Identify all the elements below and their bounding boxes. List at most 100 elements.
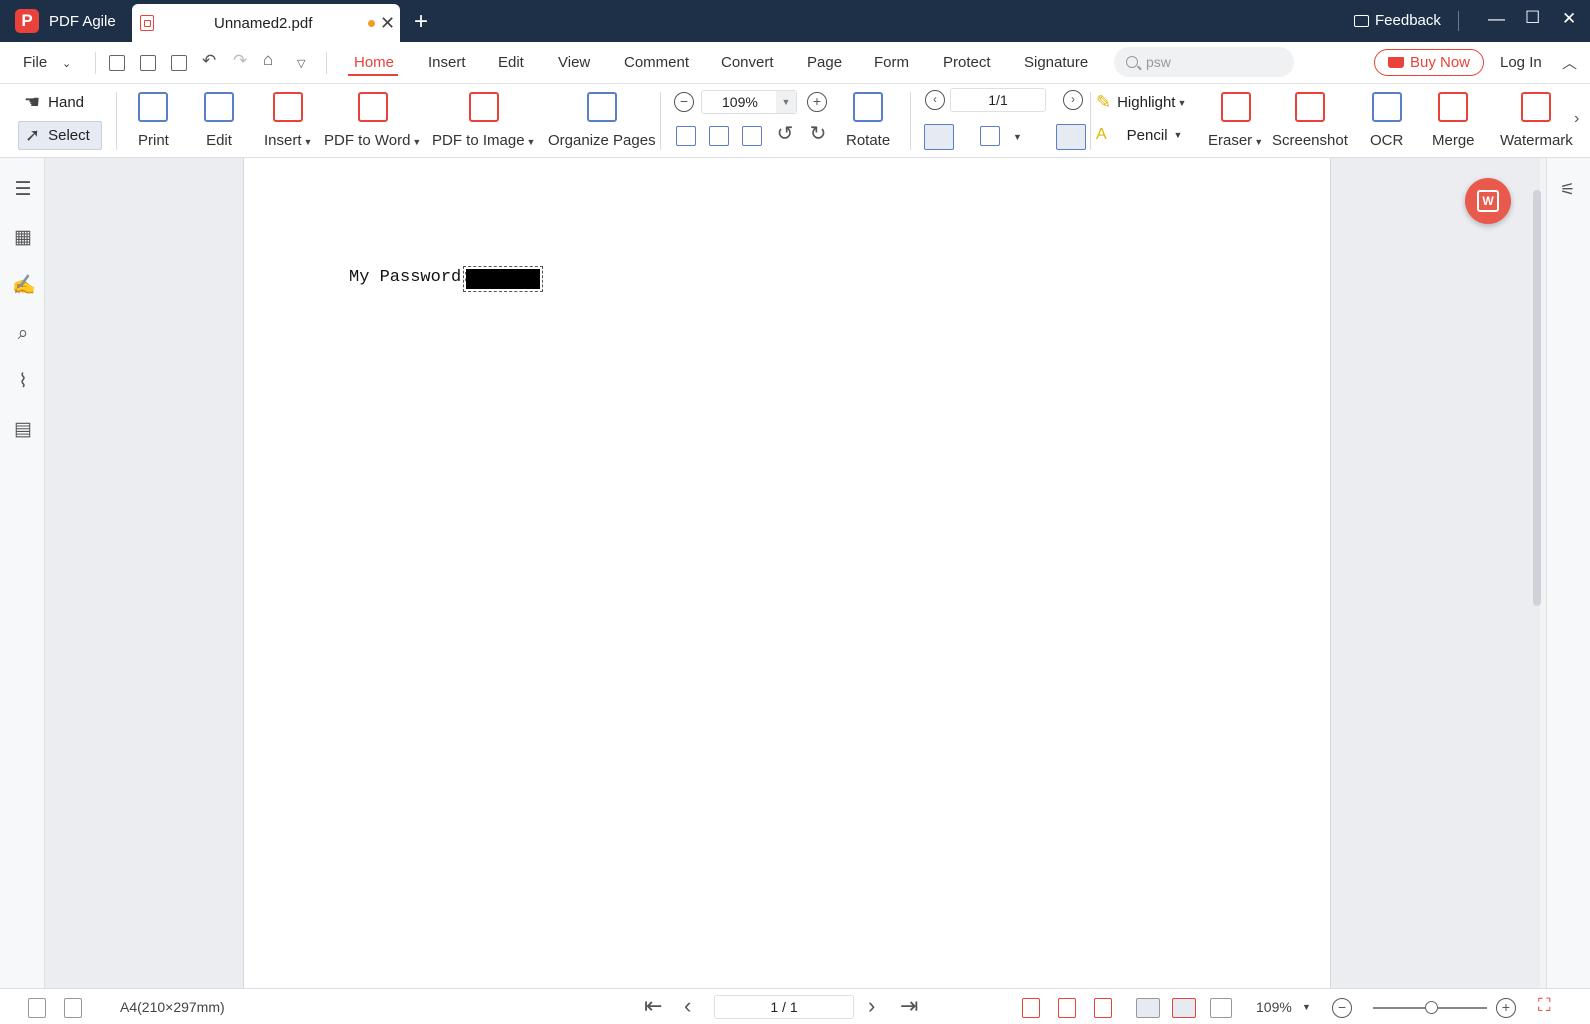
search-input[interactable] xyxy=(1146,54,1276,70)
previous-page-icon[interactable]: ‹ xyxy=(925,90,945,110)
zoom-slider[interactable] xyxy=(1373,1001,1487,1014)
close-window-button[interactable]: ✕ xyxy=(1562,9,1576,29)
properties-sliders-icon[interactable]: ⚟ xyxy=(1560,180,1575,200)
zoom-out-icon[interactable]: − xyxy=(674,92,694,112)
redaction-box[interactable] xyxy=(463,266,543,292)
select-tool[interactable]: ➚ Select xyxy=(18,121,102,150)
merge-button[interactable]: Merge xyxy=(1432,92,1475,149)
cart-icon xyxy=(1387,57,1404,68)
rotate-button[interactable]: Rotate xyxy=(846,92,890,149)
organize-pages-icon xyxy=(586,92,617,122)
tab-page[interactable]: Page xyxy=(807,54,842,71)
continuous-scroll-icon[interactable] xyxy=(1136,998,1160,1018)
eraser-button[interactable]: Eraser ▼ xyxy=(1208,92,1263,149)
tab-view[interactable]: View xyxy=(558,54,590,71)
next-page-icon[interactable]: › xyxy=(868,993,875,1019)
document-text[interactable]: My Password: xyxy=(349,268,471,287)
tab-form[interactable]: Form xyxy=(874,54,909,71)
scrollbar-thumb[interactable] xyxy=(1533,190,1541,606)
previous-page-icon[interactable]: ‹ xyxy=(684,993,691,1019)
feedback-button[interactable]: Feedback xyxy=(1354,12,1441,29)
close-tab-icon[interactable]: ✕ xyxy=(380,13,395,34)
zoom-dropdown-icon[interactable]: ▼ xyxy=(1302,1002,1311,1012)
minimize-button[interactable]: — xyxy=(1488,9,1505,29)
tab-home[interactable]: Home xyxy=(354,54,394,71)
fit-width-icon[interactable] xyxy=(1094,998,1112,1018)
tab-comment[interactable]: Comment xyxy=(624,54,689,71)
undo-icon[interactable]: ↶ xyxy=(202,51,216,71)
floating-convert-button[interactable]: W xyxy=(1465,178,1511,224)
next-page-icon[interactable]: › xyxy=(1063,90,1083,110)
open-folder-icon[interactable] xyxy=(109,55,125,71)
login-link[interactable]: Log In xyxy=(1500,54,1542,71)
organize-pages-button[interactable]: Organize Pages xyxy=(548,92,656,149)
watermark-button[interactable]: Watermark xyxy=(1500,92,1573,149)
scroll-view-icon[interactable] xyxy=(1056,124,1086,150)
search-box[interactable] xyxy=(1114,47,1294,77)
single-page-icon[interactable] xyxy=(1172,998,1196,1018)
fit-width-icon[interactable] xyxy=(742,126,762,146)
history-document-icon[interactable]: ▤ xyxy=(12,419,34,441)
fit-page-icon[interactable] xyxy=(709,126,729,146)
home-icon[interactable]: ⌂ xyxy=(263,50,273,70)
maximize-button[interactable]: ☐ xyxy=(1525,8,1540,28)
page-number-input[interactable]: 1/1 xyxy=(950,88,1046,112)
print-button[interactable]: Print xyxy=(138,92,169,149)
page-view-dropdown-icon[interactable]: ▼ xyxy=(1013,132,1022,142)
edit-button[interactable]: Edit xyxy=(204,92,234,149)
save-icon[interactable] xyxy=(140,55,156,71)
pencil-button[interactable]: A Pencil ▼ xyxy=(1096,126,1182,144)
actual-size-icon[interactable] xyxy=(676,126,696,146)
customize-toolbar-icon[interactable]: ▽ xyxy=(297,57,305,70)
tab-protect[interactable]: Protect xyxy=(943,54,991,71)
statusbar-zoom-value[interactable]: 109% xyxy=(1256,999,1292,1015)
zoom-out-icon[interactable]: − xyxy=(1332,998,1352,1018)
new-tab-button[interactable]: + xyxy=(414,8,428,36)
search-icon[interactable]: ⌕ xyxy=(12,323,34,345)
previous-view-icon[interactable] xyxy=(28,998,46,1018)
document-tab[interactable]: Unnamed2.pdf ✕ xyxy=(132,4,400,42)
zoom-dropdown-icon[interactable]: ▼ xyxy=(776,91,796,113)
menu-icon[interactable]: ☰ xyxy=(12,179,34,201)
file-menu[interactable]: File xyxy=(23,54,47,71)
zoom-select[interactable]: 109% ▼ xyxy=(701,90,797,114)
select-label: Select xyxy=(48,127,90,144)
tab-edit[interactable]: Edit xyxy=(498,54,524,71)
signature-pen-icon[interactable]: ✍ xyxy=(12,275,36,297)
pdf-to-word-button[interactable]: PDF to Word ▼ xyxy=(324,92,421,149)
tab-insert[interactable]: Insert xyxy=(428,54,466,71)
rotate-left-icon[interactable]: ↺ xyxy=(775,124,795,146)
file-dropdown-icon[interactable]: ⌄ xyxy=(62,57,71,70)
hand-tool[interactable]: ☚ Hand xyxy=(24,92,84,113)
tab-convert[interactable]: Convert xyxy=(721,54,774,71)
screenshot-button[interactable]: Screenshot xyxy=(1272,92,1348,149)
tab-title: Unnamed2.pdf xyxy=(214,14,313,32)
ribbon-scroll-right-icon[interactable]: › xyxy=(1574,110,1579,128)
two-page-view-icon[interactable] xyxy=(980,126,1000,146)
fullscreen-icon[interactable]: ⛶ xyxy=(1538,995,1551,1016)
pdf-to-image-button[interactable]: PDF to Image ▼ xyxy=(432,92,535,149)
next-view-icon[interactable] xyxy=(64,998,82,1018)
fit-page-icon[interactable] xyxy=(1058,998,1076,1018)
insert-page-icon xyxy=(273,92,304,122)
zoom-in-icon[interactable]: + xyxy=(1496,998,1516,1018)
thumbnails-icon[interactable]: ▦ xyxy=(12,227,34,249)
tab-signature[interactable]: Signature xyxy=(1024,54,1088,71)
zoom-in-icon[interactable]: + xyxy=(807,92,827,112)
actual-size-icon[interactable] xyxy=(1022,998,1040,1018)
last-page-icon[interactable]: ⇥ xyxy=(900,993,918,1019)
single-page-view-icon[interactable] xyxy=(924,124,954,150)
first-page-icon[interactable]: ⇤ xyxy=(644,993,662,1019)
statusbar-page-input[interactable]: 1 / 1 xyxy=(714,995,854,1019)
collapse-ribbon-icon[interactable]: ︿ xyxy=(1562,52,1577,73)
print-icon[interactable] xyxy=(171,55,187,71)
insert-button[interactable]: Insert ▼ xyxy=(264,92,312,149)
two-page-icon[interactable] xyxy=(1210,998,1232,1018)
buy-now-button[interactable]: Buy Now xyxy=(1374,49,1484,76)
attachment-icon[interactable]: ⌇ xyxy=(12,371,34,393)
zoom-slider-knob[interactable] xyxy=(1425,1001,1438,1014)
rotate-right-icon[interactable]: ↻ xyxy=(808,124,828,146)
highlight-button[interactable]: ✎ Highlight ▼ xyxy=(1096,92,1186,113)
redo-icon[interactable]: ↷ xyxy=(233,51,247,71)
ocr-button[interactable]: OCR xyxy=(1370,92,1403,149)
